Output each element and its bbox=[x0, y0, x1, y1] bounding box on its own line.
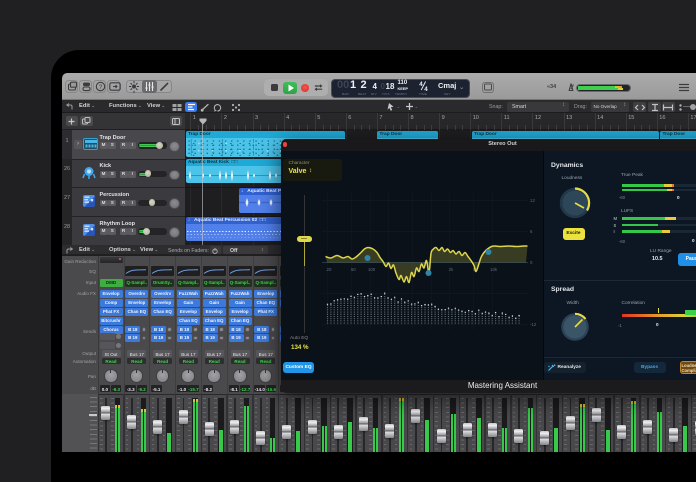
svg-text:4: 4 bbox=[424, 86, 428, 92]
svg-text:?: ? bbox=[99, 84, 103, 91]
